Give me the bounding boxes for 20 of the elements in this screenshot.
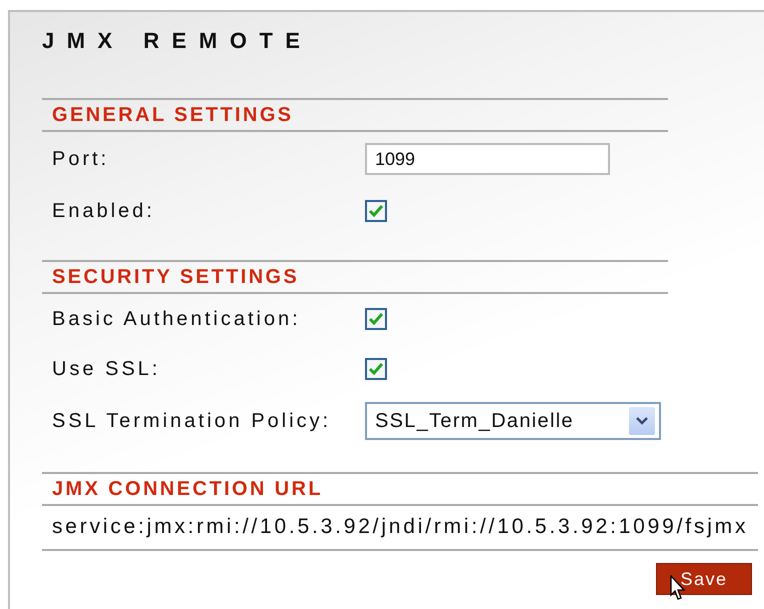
- checkbox[interactable]: [365, 200, 387, 222]
- checkbox[interactable]: [365, 358, 387, 380]
- section-heading: GENERAL SETTINGS: [42, 98, 668, 132]
- field-label: Port:: [52, 148, 110, 170]
- section-heading: SECURITY SETTINGS: [42, 260, 668, 294]
- checkmark-icon: [369, 205, 383, 217]
- checkmark-icon: [369, 363, 383, 375]
- port-field[interactable]: 1099: [365, 143, 610, 175]
- chevron-down-icon: [629, 407, 655, 435]
- checkmark-icon: [369, 313, 383, 325]
- section-heading: JMX CONNECTION URL: [42, 472, 758, 506]
- field-label: Enabled:: [52, 200, 156, 222]
- checkbox[interactable]: [365, 308, 387, 330]
- field-label: Use SSL:: [52, 358, 162, 380]
- field-label: Basic Authentication:: [52, 308, 302, 330]
- page-title: JMX REMOTE: [42, 28, 314, 54]
- policy-dropdown[interactable]: SSL_Term_Danielle: [365, 402, 661, 440]
- field-label: SSL Termination Policy:: [52, 410, 332, 432]
- save-button[interactable]: Save: [656, 563, 752, 595]
- connection-url: service:jmx:rmi://10.5.3.92/jndi/rmi://10.5.3.92:1099/fsjmx: [42, 506, 758, 551]
